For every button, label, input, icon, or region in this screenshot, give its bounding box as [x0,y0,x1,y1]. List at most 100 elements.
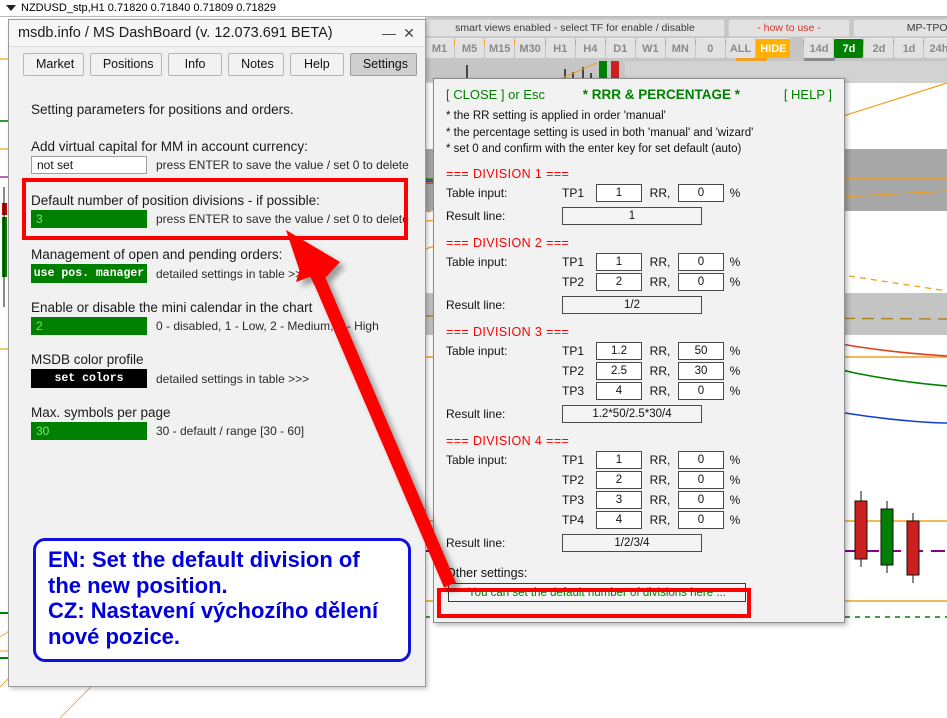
setting-hint: press ENTER to save the value / set 0 to… [156,212,409,226]
setting-label: Add virtual capital for MM in account cu… [31,139,308,154]
callout-line-1: EN: Set the default division of [48,547,360,572]
mini-calendar-input[interactable]: 2 [31,317,147,335]
hist-label: 24h [929,42,947,55]
division-4-row-1: Table input: TP1 1 RR, 0 % [434,450,844,470]
pct-input[interactable]: 0 [678,382,724,401]
tf-label: D1 [613,42,628,55]
hist-button-14d[interactable]: 14d [803,38,834,58]
table-input-label: Table input: [446,255,508,270]
pct-input[interactable]: 0 [678,491,724,510]
tf-label: M5 [461,42,478,55]
tab-settings[interactable]: Settings [349,53,418,76]
max-symbols-input[interactable]: 30 [31,422,147,440]
rrr-close-link[interactable]: [ CLOSE ] or Esc [446,87,545,102]
tf-button-m1[interactable]: M1 [424,38,454,58]
tf-label: HIDE [760,42,787,55]
toolbar-group-howtouse[interactable]: - how to use - [728,19,850,37]
rrr-note-1: * the RR setting is applied in order 'ma… [446,110,666,122]
msdb-settings-body: Setting parameters for positions and ord… [9,76,425,440]
pct-input[interactable]: 0 [678,184,724,203]
setting-hint: 0 - disabled, 1 - Low, 2 - Medium, 3 - H… [156,319,379,333]
caret-down-icon[interactable] [6,5,16,11]
tp-label: TP2 [562,275,585,290]
rr-input[interactable]: 2 [596,471,642,490]
pct-input[interactable]: 50 [678,342,724,361]
toolbar-group-mptpo[interactable]: MP-TPO hist (M1) [853,19,947,37]
rr-unit-label: RR, [649,186,671,201]
rrr-help-link[interactable]: [ HELP ] [784,87,832,102]
hist-label: 1d [902,42,916,55]
tf-button-h1[interactable]: H1 [544,38,575,58]
result-line-value[interactable]: 1/2 [562,296,702,315]
rr-unit-label: RR, [649,364,671,379]
set-colors-button[interactable]: set colors [31,369,147,388]
minimize-icon[interactable]: — [379,25,399,41]
tp-label: TP1 [562,344,585,359]
tab-help[interactable]: Help [289,53,344,76]
tab-market[interactable]: Market [23,53,84,76]
pct-input[interactable]: 0 [678,451,724,470]
tab-positions[interactable]: Positions [89,53,163,76]
pct-input[interactable]: 0 [678,511,724,530]
rr-input[interactable]: 4 [596,382,642,401]
result-line-value[interactable]: 1/2/3/4 [562,534,702,553]
setting-color-profile: MSDB color profile set colors detailed s… [9,352,425,388]
tab-info[interactable]: Info [168,53,223,76]
tf-label: M30 [519,42,541,55]
close-icon[interactable]: ✕ [399,25,419,42]
division-2-row-2: TP2 2 RR, 0 % [434,272,844,292]
tf-button-mn[interactable]: MN [664,38,695,58]
pct-input[interactable]: 0 [678,471,724,490]
use-pos-manager-button[interactable]: use pos. manager [31,264,147,283]
tf-button-hide[interactable]: HIDE [756,38,791,58]
division-2-row-1: Table input: TP1 1 RR, 0 % [434,252,844,272]
tab-notes[interactable]: Notes [228,53,284,76]
tf-button-d1[interactable]: D1 [604,38,635,58]
tp-label: TP1 [562,186,585,201]
result-line-value[interactable]: 1 [562,207,702,226]
tf-button-zero[interactable]: 0 [694,38,725,58]
hist-7d-underline [804,58,835,61]
toolbar-group-smartviews[interactable]: smart views enabled - select TF for enab… [425,19,725,37]
pct-input[interactable]: 0 [678,253,724,272]
pct-unit-label: % [729,513,741,528]
other-settings-button[interactable]: You can set the default number of divisi… [448,583,746,603]
setting-mini-calendar: Enable or disable the mini calendar in t… [9,300,425,335]
pct-input[interactable]: 0 [678,273,724,292]
tf-label: M1 [431,42,448,55]
rr-input[interactable]: 1 [596,451,642,470]
default-divisions-input[interactable]: 3 [31,210,147,228]
pct-unit-label: % [729,275,741,290]
rr-input[interactable]: 1 [596,184,642,203]
division-3-row-1: Table input: TP1 1.2 RR, 50 % [434,341,844,361]
rr-input[interactable]: 3 [596,491,642,510]
hist-label: 2d [872,42,886,55]
rr-input[interactable]: 4 [596,511,642,530]
rr-input[interactable]: 1 [596,253,642,272]
pct-unit-label: % [729,344,741,359]
division-2-header: === DIVISION 2 === [446,236,570,251]
pct-unit-label: % [729,186,741,201]
tf-button-m30[interactable]: M30 [514,38,545,58]
hist-button-2d[interactable]: 2d [863,38,894,58]
rr-unit-label: RR, [649,344,671,359]
rr-input[interactable]: 1.2 [596,342,642,361]
tf-button-h4[interactable]: H4 [574,38,605,58]
division-4-row-2: TP2 2 RR, 0 % [434,470,844,490]
rr-input[interactable]: 2 [596,273,642,292]
pct-input[interactable]: 30 [678,362,724,381]
pct-unit-label: % [729,384,741,399]
virtual-capital-input[interactable]: not set [31,156,147,174]
tf-button-all[interactable]: ALL [724,38,756,58]
tf-button-m15[interactable]: M15 [484,38,515,58]
pct-unit-label: % [729,255,741,270]
hist-button-24h[interactable]: 24h [923,38,947,58]
hist-button-7d[interactable]: 7d [834,38,864,58]
callout-line-3: CZ: Nastavení výchozího dělení [48,598,379,624]
settings-intro-text: Setting parameters for positions and ord… [31,102,294,117]
result-line-value[interactable]: 1.2*50/2.5*30/4 [562,405,702,424]
hist-button-1d[interactable]: 1d [893,38,924,58]
tf-button-w1[interactable]: W1 [634,38,665,58]
rr-input[interactable]: 2.5 [596,362,642,381]
tf-button-m5[interactable]: M5 [454,38,484,58]
